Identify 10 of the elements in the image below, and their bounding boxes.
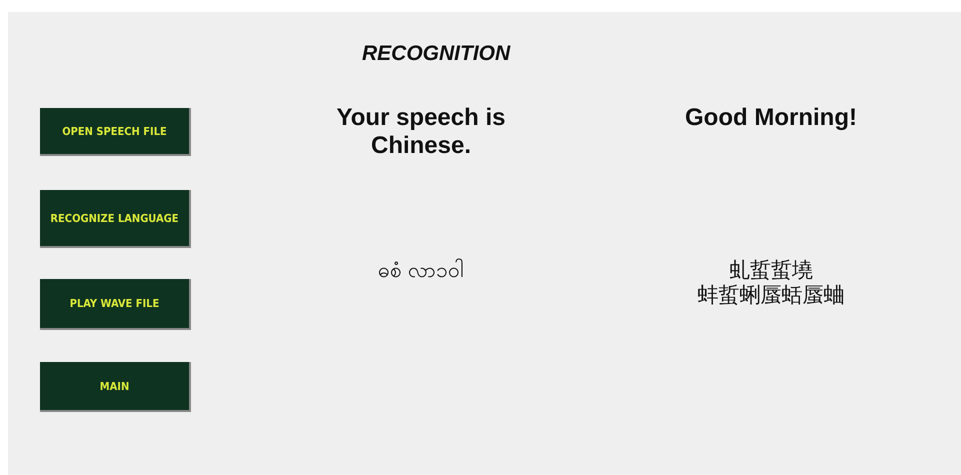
translated-text: 蚌蜇蜊蜃蛞蜃蛐 [698,283,844,308]
action-button[interactable]: RECOGNIZE LANGUAGE [40,190,191,248]
action-button[interactable]: OPEN SPEECH FILE [40,108,191,156]
action-button[interactable]: PLAY WAVE FILE [40,279,191,330]
action-button[interactable]: MAIN [40,362,191,412]
translated-text: ဓစံ လာ၁၀ါ [378,258,464,284]
page-title: RECOGNITION [362,42,510,66]
result-text: Your speech is Chinese. [336,104,506,160]
translated-text: 虬蜇蜇墝 [729,258,813,284]
result-text: Good Morning! [684,104,858,132]
